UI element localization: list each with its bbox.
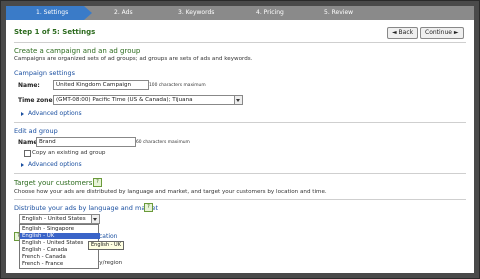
chevron-down-icon[interactable] — [91, 215, 99, 223]
ad-group-heading: Edit ad group — [14, 127, 58, 135]
continue-button[interactable]: Continue ► — [420, 27, 464, 39]
step-keywords[interactable]: 3. Keywords — [178, 6, 238, 20]
wizard-page: 1. Settings 2. Ads 3. Keywords 4. Pricin… — [6, 6, 474, 273]
continue-button-label: Continue — [425, 29, 452, 36]
market-dropdown-list: English - Singapore English - UK English… — [19, 224, 100, 269]
step-label: 3. Keywords — [178, 9, 215, 16]
ad-group-name-input[interactable]: Brand — [36, 137, 136, 147]
step-label: 4. Pricing — [256, 9, 284, 16]
campaign-name-input[interactable]: United Kingdom Campaign — [53, 80, 149, 90]
ad-group-advanced-options-link[interactable]: Advanced options — [28, 161, 82, 168]
timezone-value: (GMT-08:00) Pacific Time (US & Canada); … — [56, 97, 193, 103]
divider — [14, 173, 466, 174]
step-label: 1. Settings — [36, 9, 69, 16]
step-label: 5. Review — [324, 9, 354, 16]
market-select[interactable]: English - United States — [19, 214, 100, 224]
expand-arrow-icon[interactable] — [21, 163, 24, 167]
active-step-arrow — [84, 6, 92, 20]
section-description: Campaigns are organized sets of ad group… — [14, 56, 253, 62]
market-option[interactable]: French - Canada — [20, 254, 100, 260]
campaign-name-label: Name: — [18, 82, 40, 89]
copy-ad-group-label: Copy an existing ad group — [32, 150, 106, 156]
market-option[interactable]: English - Singapore — [20, 226, 100, 232]
campaign-settings-heading: Campaign settings — [14, 69, 76, 77]
step-progress-bar: 1. Settings 2. Ads 3. Keywords 4. Pricin… — [6, 6, 474, 20]
help-icon[interactable]: ? — [93, 178, 102, 187]
divider — [14, 42, 466, 43]
location-heading-partial: cation — [99, 233, 118, 240]
section-heading-create: Create a campaign and an ad group — [14, 47, 141, 55]
divider — [14, 199, 466, 200]
country-region-partial: ry/region — [97, 260, 123, 266]
market-option-highlighted[interactable]: English - UK — [20, 233, 100, 239]
expand-arrow-icon[interactable] — [21, 112, 24, 116]
timezone-label: Time zone: — [18, 97, 55, 104]
chevron-down-icon[interactable] — [234, 96, 242, 104]
market-select-value: English - United States — [22, 216, 86, 222]
divider — [14, 122, 466, 123]
option-tooltip: English - UK — [88, 241, 124, 250]
market-option[interactable]: French - France — [20, 261, 100, 267]
target-description: Choose how your ads are distributed by l… — [14, 189, 327, 195]
help-icon[interactable]: ? — [144, 203, 153, 212]
step-settings[interactable]: 1. Settings — [6, 6, 84, 20]
window-frame: 1. Settings 2. Ads 3. Keywords 4. Pricin… — [0, 0, 480, 279]
back-button-label: Back — [398, 29, 414, 36]
target-heading: Target your customers — [14, 179, 93, 187]
ad-group-name-hint: 60 characters maximum — [136, 140, 190, 145]
page-title: Step 1 of 5: Settings — [14, 28, 96, 36]
copy-ad-group-checkbox[interactable] — [24, 150, 31, 157]
campaign-advanced-options-link[interactable]: Advanced options — [28, 110, 82, 117]
campaign-name-hint: 100 characters maximum — [149, 83, 206, 88]
step-ads[interactable]: 2. Ads — [114, 6, 164, 20]
back-button[interactable]: ◄ Back — [387, 27, 419, 39]
step-pricing[interactable]: 4. Pricing — [256, 6, 306, 20]
continue-arrow-icon: ► — [453, 29, 459, 36]
distribute-heading: Distribute your ads by language and mark… — [14, 204, 159, 212]
timezone-select[interactable]: (GMT-08:00) Pacific Time (US & Canada); … — [53, 95, 243, 105]
back-arrow-icon: ◄ — [392, 29, 397, 36]
step-review[interactable]: 5. Review — [324, 6, 374, 20]
step-label: 2. Ads — [114, 9, 133, 16]
